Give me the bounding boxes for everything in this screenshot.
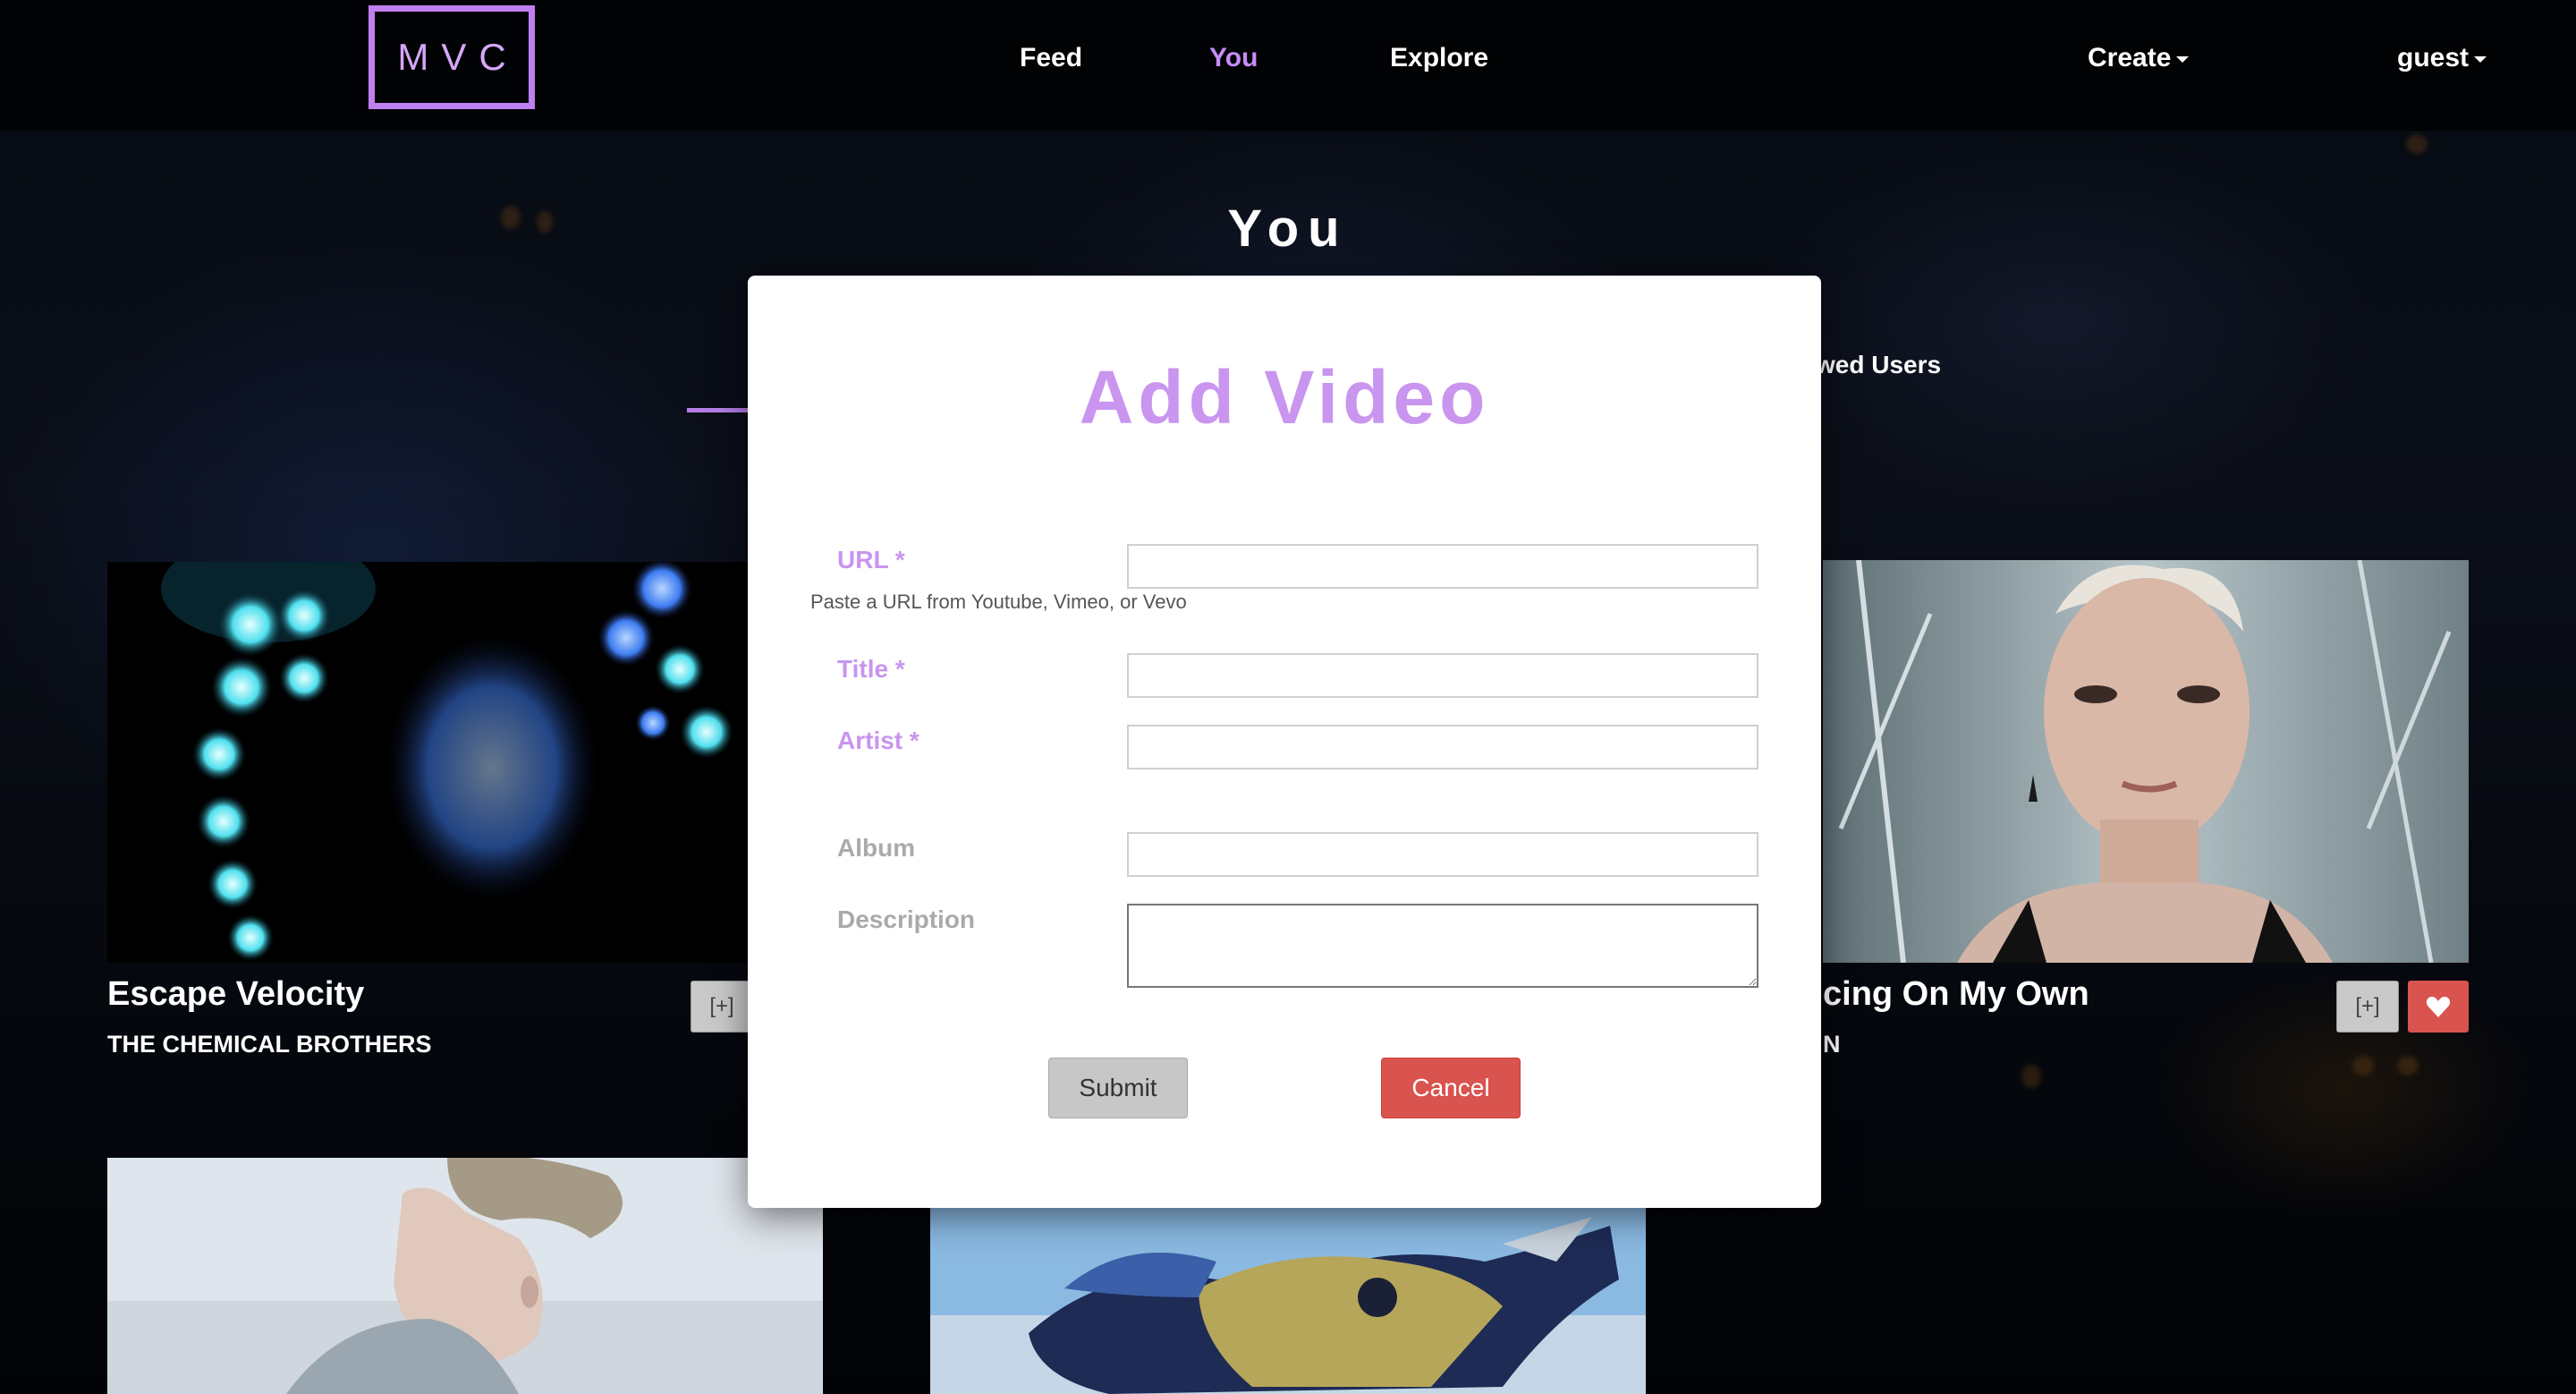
nav-create-dropdown[interactable]: Create — [2088, 43, 2190, 73]
nav-user-label: guest — [2397, 43, 2470, 72]
heart-icon — [2426, 997, 2451, 1017]
like-button[interactable] — [2408, 981, 2469, 1033]
tab-followed-users[interactable]: wed Users — [1816, 351, 1941, 379]
url-input[interactable] — [1127, 544, 1758, 589]
led-mask-artwork — [107, 562, 751, 963]
cancel-button[interactable]: Cancel — [1381, 1058, 1521, 1118]
nav-create-label: Create — [2088, 43, 2172, 72]
video-thumbnail[interactable] — [107, 562, 751, 963]
title-label: Title * — [837, 655, 905, 683]
description-label: Description — [837, 905, 976, 933]
nav-user-dropdown[interactable]: guest — [2397, 43, 2487, 73]
active-tab-underline — [687, 408, 753, 412]
artist-label: Artist * — [837, 727, 919, 754]
add-to-list-button[interactable]: [+] — [2336, 981, 2399, 1033]
video-artist[interactable]: THE CHEMICAL BROTHERS — [107, 1031, 432, 1058]
modal-title: Add Video — [1079, 355, 1490, 439]
page-title: You — [1227, 200, 1349, 258]
video-title[interactable]: Escape Velocity — [107, 975, 364, 1014]
artist-input[interactable] — [1127, 725, 1758, 769]
nav-you[interactable]: You — [1209, 43, 1258, 73]
video-artist[interactable]: N — [1823, 1031, 1841, 1058]
album-label: Album — [837, 834, 916, 862]
nav-feed[interactable]: Feed — [1020, 43, 1082, 73]
portrait-artwork — [1823, 560, 2469, 963]
add-to-list-button[interactable]: [+] — [691, 981, 753, 1033]
title-input[interactable] — [1127, 653, 1758, 698]
caret-down-icon — [2474, 55, 2487, 63]
video-thumbnail[interactable] — [1823, 560, 2469, 963]
nav-explore[interactable]: Explore — [1390, 43, 1488, 73]
submit-button[interactable]: Submit — [1048, 1058, 1188, 1118]
top-navbar: MVC Feed You Explore Create guest — [0, 0, 2576, 131]
description-textarea[interactable] — [1127, 904, 1758, 988]
url-help-text: Paste a URL from Youtube, Vimeo, or Vevo — [810, 591, 1187, 613]
url-label: URL * — [837, 546, 905, 574]
video-thumbnail[interactable] — [107, 1158, 823, 1394]
add-video-modal: Add Video URL * Paste a URL from Youtube… — [748, 276, 1821, 1208]
vehicle-artwork — [930, 1208, 1646, 1394]
portrait-artwork — [107, 1158, 823, 1394]
brand-logo[interactable]: MVC — [369, 5, 535, 109]
video-title[interactable]: cing On My Own — [1823, 975, 2089, 1014]
caret-down-icon — [2176, 55, 2190, 63]
album-input[interactable] — [1127, 832, 1758, 877]
video-thumbnail[interactable] — [930, 1208, 1646, 1394]
